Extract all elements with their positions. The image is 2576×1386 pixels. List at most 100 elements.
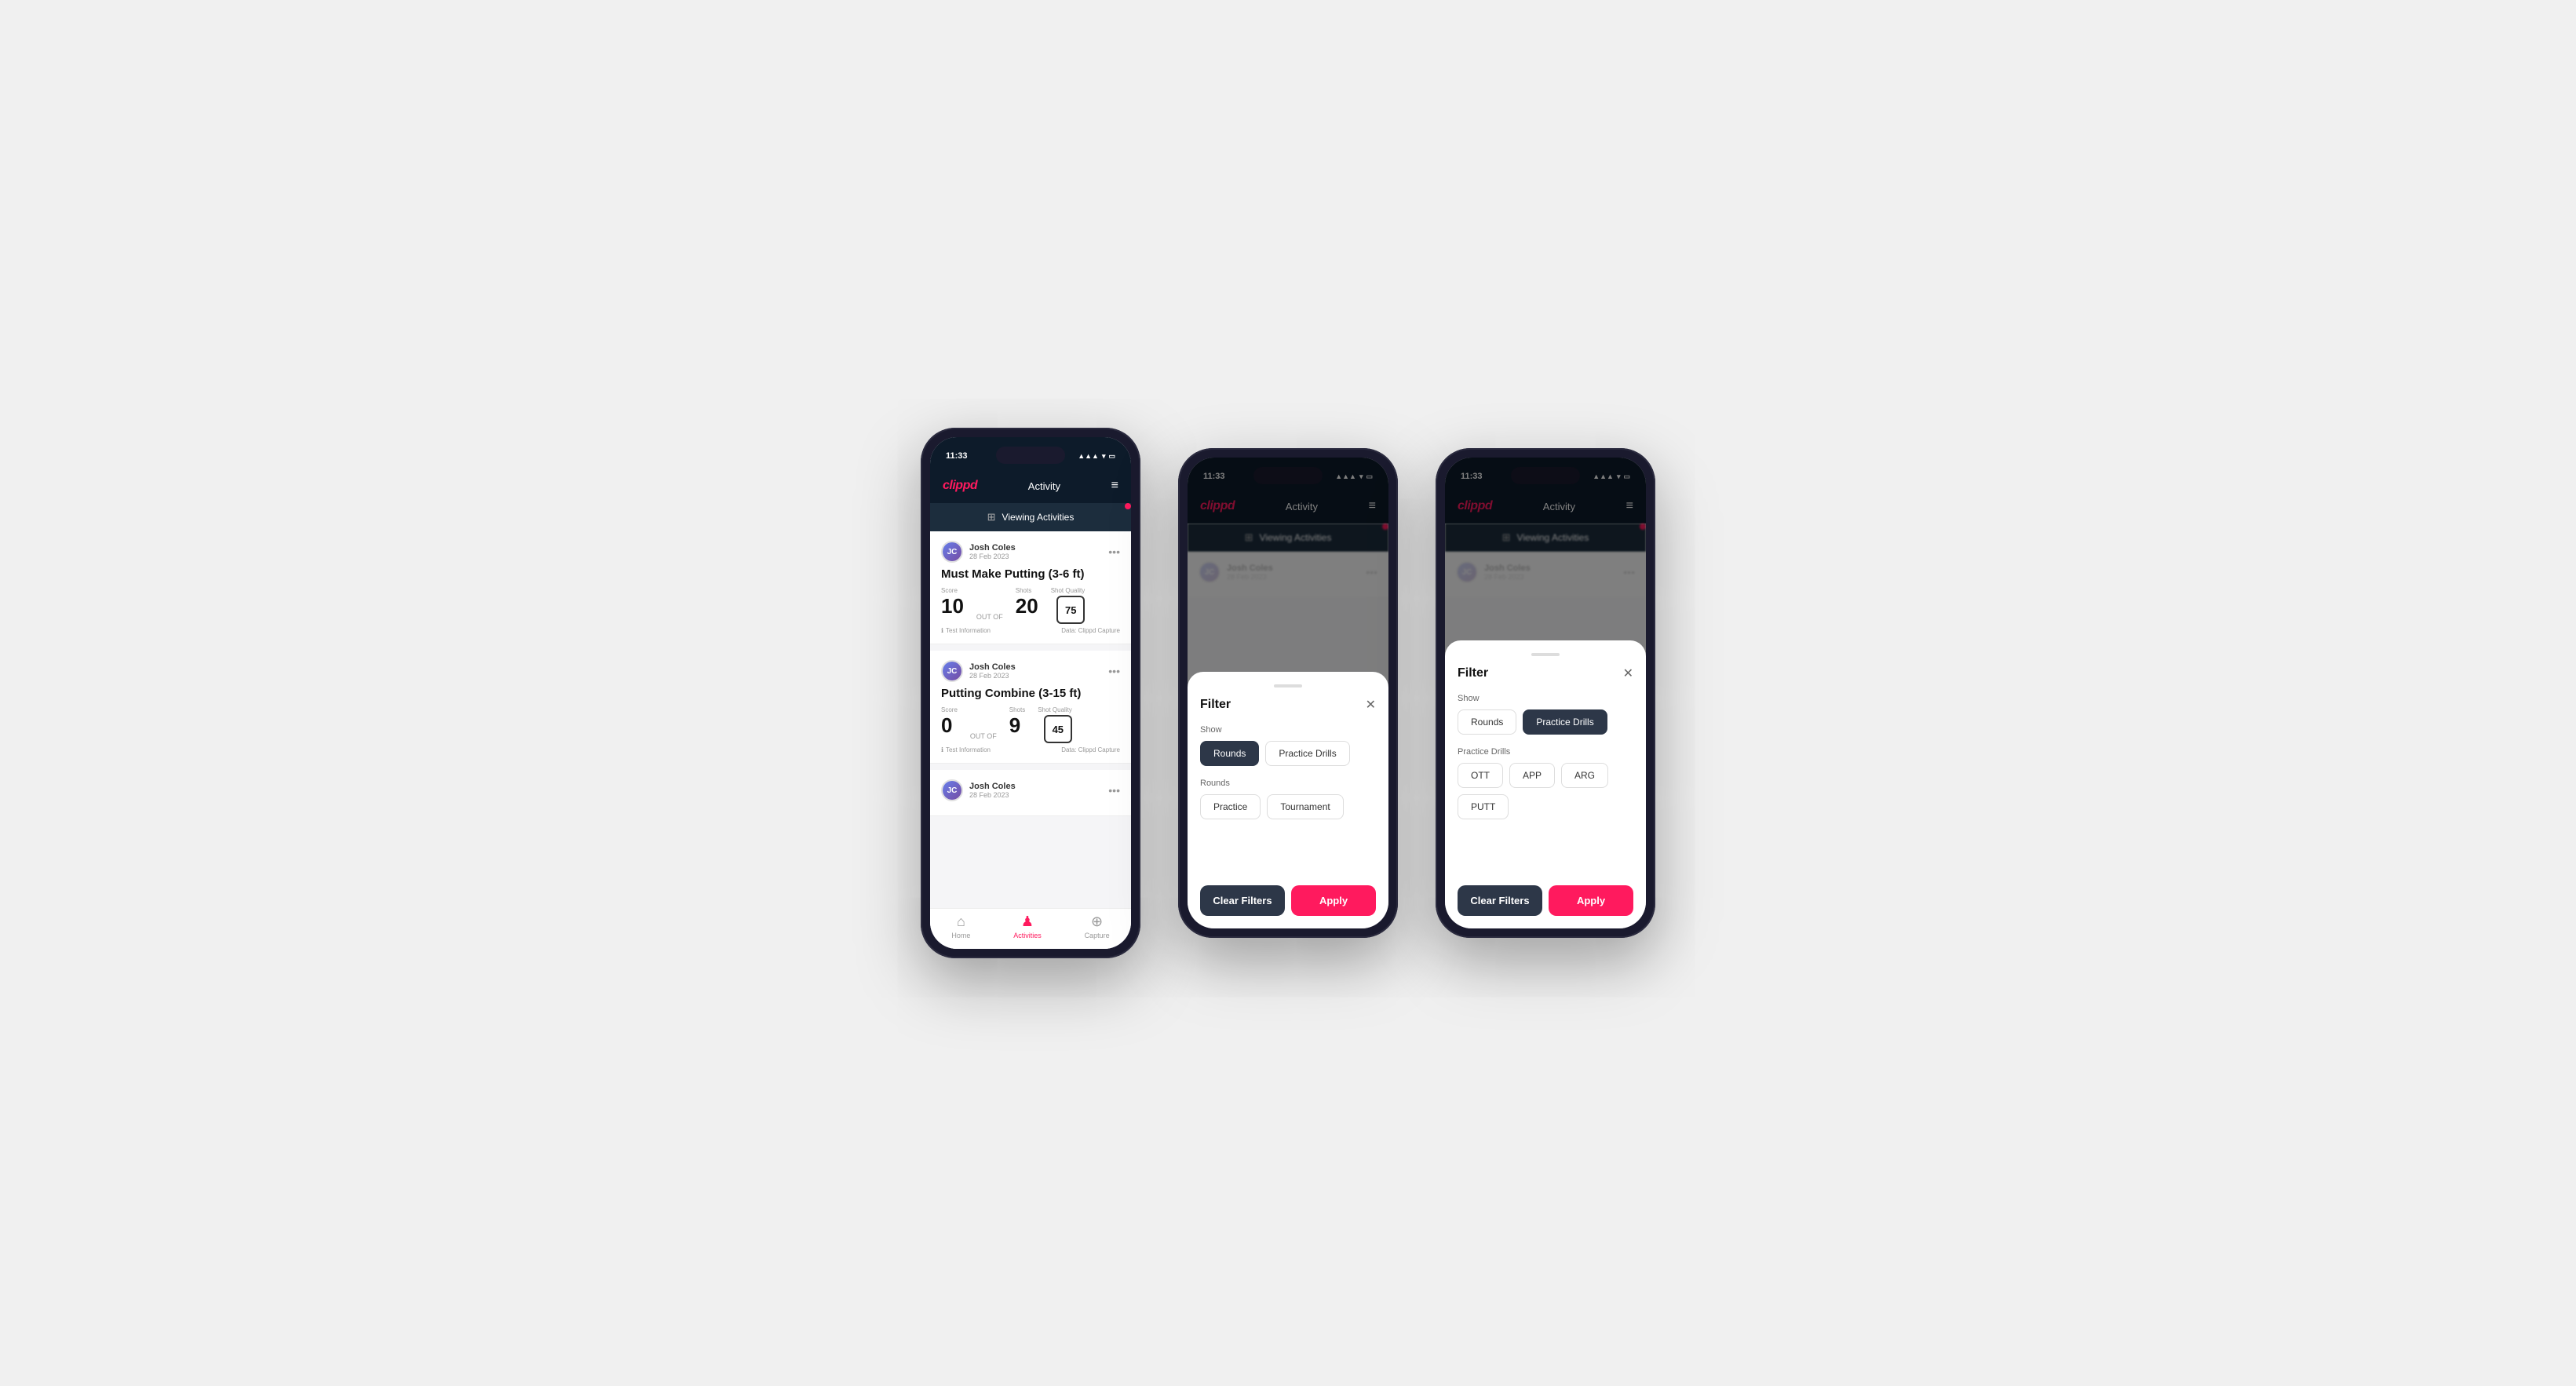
banner-notification-dot [1125, 503, 1131, 509]
shot-quality-badge-2: 45 [1044, 715, 1072, 743]
arg-btn-3[interactable]: ARG [1561, 763, 1608, 788]
shots-value-1: 20 [1016, 596, 1038, 616]
filter-close-btn-2[interactable]: ✕ [1366, 697, 1376, 713]
home-icon: ⌂ [957, 914, 965, 930]
score-value-1: 10 [941, 596, 964, 616]
phone-1: 11:33 ▲▲▲ ▾ ▭ clippd Activity ≡ ⊞ Viewin… [921, 428, 1140, 958]
home-label: Home [951, 932, 970, 939]
shot-quality-col-2: Shot Quality 45 [1038, 706, 1072, 743]
wifi-icon: ▾ [1102, 452, 1106, 461]
banner-icon: ⊞ [987, 511, 996, 523]
rounds-section-label-2: Rounds [1200, 779, 1376, 788]
apply-btn-3[interactable]: Apply [1549, 885, 1633, 916]
more-btn-3[interactable]: ••• [1108, 784, 1120, 797]
status-time: 11:33 [946, 451, 968, 461]
filter-overlay-3: Filter ✕ Show Rounds Practice Drills Pra… [1445, 458, 1646, 928]
spacer-1 [930, 644, 1131, 651]
capture-icon: ⊕ [1091, 914, 1103, 930]
phone-3: 11:33 ▲▲▲ ▾ ▭ clippd Activity ≡ ⊞ Viewin… [1436, 448, 1655, 938]
user-name-3: Josh Coles [969, 782, 1016, 791]
scores-container-2: Score 0 OUT OF Shots 9 Shot Quality 45 [941, 706, 1120, 743]
user-date-2: 28 Feb 2023 [969, 672, 1016, 680]
activities-label: Activities [1013, 932, 1042, 939]
score-section-1: Score 10 [941, 587, 964, 616]
info-text-2: Test Information [946, 746, 991, 753]
drills-buttons-3: OTT APP ARG PUTT [1458, 763, 1633, 819]
info-icon-2: ℹ [941, 746, 943, 753]
show-label-3: Show [1458, 694, 1633, 703]
shots-label-2: Shots [1009, 706, 1025, 713]
card-footer-2: ℹ Test Information Data: Clippd Capture [941, 746, 1120, 753]
activity-card-1[interactable]: JC Josh Coles 28 Feb 2023 ••• Must Make … [930, 531, 1131, 644]
filter-title-3: Filter [1458, 666, 1488, 680]
clear-filters-btn-3[interactable]: Clear Filters [1458, 885, 1542, 916]
user-info-1: JC Josh Coles 28 Feb 2023 [941, 541, 1016, 563]
user-details-2: Josh Coles 28 Feb 2023 [969, 662, 1016, 680]
tournament-btn-2[interactable]: Tournament [1267, 794, 1343, 819]
filter-footer-2: Clear Filters Apply [1200, 885, 1376, 916]
shot-quality-badge-1: 75 [1056, 596, 1085, 624]
filter-title-2: Filter [1200, 698, 1231, 712]
card-footer-1: ℹ Test Information Data: Clippd Capture [941, 627, 1120, 634]
filter-sheet-3: Filter ✕ Show Rounds Practice Drills Pra… [1445, 640, 1646, 928]
filter-handle-3 [1531, 653, 1560, 656]
score-label-1: Score [941, 587, 964, 594]
footer-info-1: ℹ Test Information [941, 627, 991, 634]
out-of-2: OUT OF [970, 732, 997, 740]
filter-close-btn-3[interactable]: ✕ [1623, 666, 1633, 681]
phone-2: 11:33 ▲▲▲ ▾ ▭ clippd Activity ≡ ⊞ Viewin… [1178, 448, 1398, 938]
shots-label-1: Shots [1016, 587, 1038, 594]
activity-card-3[interactable]: JC Josh Coles 28 Feb 2023 ••• [930, 770, 1131, 816]
activities-icon: ♟ [1021, 914, 1034, 930]
shots-section-2: Shots 9 [1009, 706, 1025, 735]
user-name-2: Josh Coles [969, 662, 1016, 672]
practice-drills-show-btn-2[interactable]: Practice Drills [1265, 741, 1349, 766]
viewing-banner[interactable]: ⊞ Viewing Activities [930, 503, 1131, 531]
app-btn-3[interactable]: APP [1509, 763, 1555, 788]
info-text-1: Test Information [946, 627, 991, 634]
out-of-1: OUT OF [976, 613, 1003, 621]
card-header-2: JC Josh Coles 28 Feb 2023 ••• [941, 660, 1120, 682]
nav-item-home[interactable]: ⌂ Home [951, 914, 970, 939]
ott-btn-3[interactable]: OTT [1458, 763, 1503, 788]
battery-icon: ▭ [1108, 452, 1115, 461]
user-date-1: 28 Feb 2023 [969, 553, 1016, 560]
clear-filters-btn-2[interactable]: Clear Filters [1200, 885, 1285, 916]
shots-section-1: Shots 20 [1016, 587, 1038, 616]
filter-header-2: Filter ✕ [1200, 697, 1376, 713]
nav-item-activities[interactable]: ♟ Activities [1013, 914, 1042, 939]
apply-btn-2[interactable]: Apply [1291, 885, 1376, 916]
filter-handle-2 [1274, 684, 1302, 688]
footer-data-2: Data: Clippd Capture [1061, 746, 1120, 753]
practice-drills-show-btn-3[interactable]: Practice Drills [1523, 709, 1607, 735]
user-date-3: 28 Feb 2023 [969, 791, 1016, 799]
show-label-2: Show [1200, 725, 1376, 735]
avatar-1: JC [941, 541, 963, 563]
nav-menu-icon[interactable]: ≡ [1111, 479, 1118, 493]
bottom-nav: ⌂ Home ♟ Activities ⊕ Capture [930, 908, 1131, 949]
rounds-buttons-2: Practice Tournament [1200, 794, 1376, 819]
shot-quality-col-1: Shot Quality 75 [1051, 587, 1085, 624]
score-section-2: Score 0 [941, 706, 958, 735]
more-btn-2[interactable]: ••• [1108, 665, 1120, 677]
score-label-2: Score [941, 706, 958, 713]
more-btn-1[interactable]: ••• [1108, 545, 1120, 558]
user-details-3: Josh Coles 28 Feb 2023 [969, 782, 1016, 799]
footer-info-2: ℹ Test Information [941, 746, 991, 753]
putt-btn-3[interactable]: PUTT [1458, 794, 1509, 819]
capture-label: Capture [1085, 932, 1110, 939]
activity-card-2[interactable]: JC Josh Coles 28 Feb 2023 ••• Putting Co… [930, 651, 1131, 764]
rounds-show-btn-2[interactable]: Rounds [1200, 741, 1259, 766]
rounds-show-btn-3[interactable]: Rounds [1458, 709, 1516, 735]
card-title-1: Must Make Putting (3-6 ft) [941, 567, 1120, 581]
nav-item-capture[interactable]: ⊕ Capture [1085, 914, 1110, 939]
practice-rounds-btn-2[interactable]: Practice [1200, 794, 1261, 819]
filter-footer-3: Clear Filters Apply [1458, 885, 1633, 916]
status-icons: ▲▲▲ ▾ ▭ [1078, 452, 1115, 461]
card-header-3: JC Josh Coles 28 Feb 2023 ••• [941, 779, 1120, 801]
user-info-2: JC Josh Coles 28 Feb 2023 [941, 660, 1016, 682]
scores-container-1: Score 10 OUT OF Shots 20 Shot Quality 75 [941, 587, 1120, 624]
nav-title: Activity [1028, 480, 1060, 492]
user-info-3: JC Josh Coles 28 Feb 2023 [941, 779, 1016, 801]
shot-quality-label-2: Shot Quality [1038, 706, 1072, 713]
